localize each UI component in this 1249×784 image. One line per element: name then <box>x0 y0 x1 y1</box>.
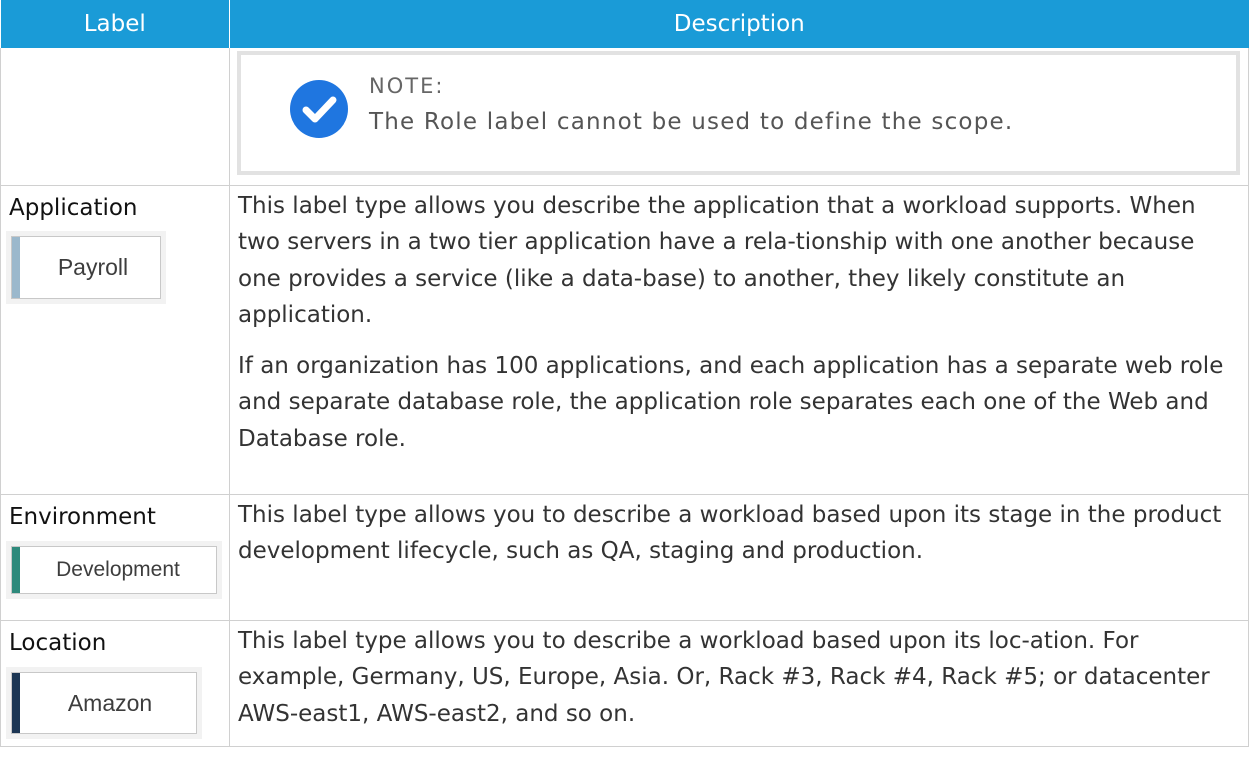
description-cell-environment: This label type allows you to describe a… <box>229 494 1249 621</box>
table-row-application: Application Payroll This label type allo… <box>0 185 1249 495</box>
label-tag-development: Development <box>11 545 217 594</box>
description-cell-application: This label type allows you describe the … <box>229 185 1249 495</box>
label-types-table: Label Description NOTE: The Role label c… <box>0 0 1249 747</box>
column-header-description: Description <box>229 0 1249 48</box>
label-tag-payroll: Payroll <box>11 235 161 299</box>
table-row-location: Location Amazon This label type allows y… <box>0 620 1249 747</box>
label-name: Location <box>9 629 107 656</box>
description-paragraph: This label type allows you to describe a… <box>238 627 1210 727</box>
description-paragraph: This label type allows you describe the … <box>238 192 1196 329</box>
note-title: NOTE: <box>369 74 445 98</box>
label-name: Application <box>9 194 138 221</box>
description-paragraph: If an organization has 100 applications,… <box>238 352 1224 452</box>
label-name: Environment <box>9 503 156 530</box>
label-cell-location: Location Amazon <box>0 620 230 747</box>
table-row-note: NOTE: The Role label cannot be used to d… <box>0 48 1249 186</box>
label-cell-application: Application Payroll <box>0 185 230 495</box>
empty-label-cell <box>0 48 230 186</box>
table-row-environment: Environment Development This label type … <box>0 494 1249 621</box>
note-cell: NOTE: The Role label cannot be used to d… <box>229 48 1249 186</box>
note-box: NOTE: The Role label cannot be used to d… <box>237 51 1240 175</box>
label-tag-amazon: Amazon <box>11 671 197 734</box>
description-cell-location: This label type allows you to describe a… <box>229 620 1249 747</box>
note-text: The Role label cannot be used to define … <box>369 109 1014 135</box>
label-cell-environment: Environment Development <box>0 494 230 621</box>
check-circle-icon <box>290 80 348 138</box>
table-header: Label Description <box>0 0 1249 48</box>
column-header-label: Label <box>0 0 230 48</box>
description-paragraph: This label type allows you to describe a… <box>238 501 1222 565</box>
